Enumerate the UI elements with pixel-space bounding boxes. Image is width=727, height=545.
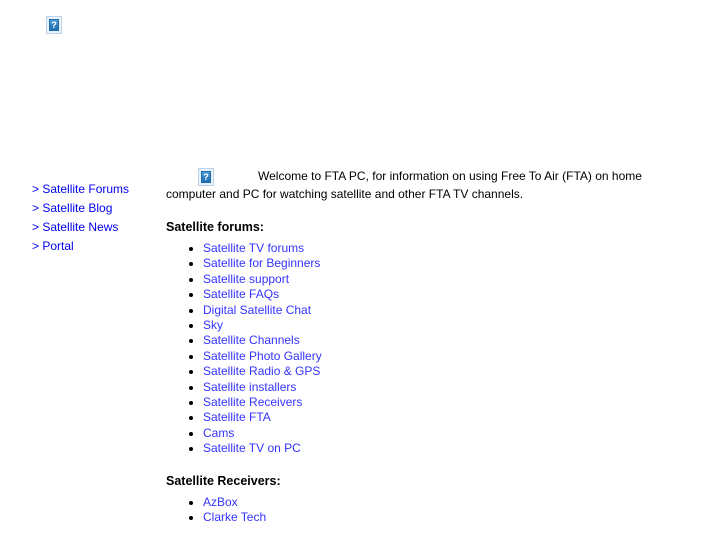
intro-paragraph: ? Welcome to FTA PC, for information on u… [166, 168, 666, 203]
intro-text: Welcome to FTA PC, for information on us… [166, 169, 642, 201]
section-heading-satellite-forums: Satellite forums: [166, 220, 264, 234]
list-item[interactable]: Satellite Channels [203, 333, 666, 348]
broken-image-icon: ? [198, 168, 214, 186]
link-satellite-channels[interactable]: Satellite Channels [203, 333, 300, 347]
broken-image-question-glyph: ? [51, 20, 57, 30]
list-item[interactable]: Cams [203, 426, 666, 441]
sidebar-item-label[interactable]: Satellite News [42, 220, 118, 234]
satellite-receivers-link-list: AzBox Clarke Tech [166, 495, 666, 526]
broken-image-icon: ? [46, 16, 62, 34]
sidebar-item-portal[interactable]: > Portal [32, 237, 152, 256]
link-digital-satellite-chat[interactable]: Digital Satellite Chat [203, 303, 311, 317]
list-item[interactable]: Digital Satellite Chat [203, 303, 666, 318]
broken-image-question-glyph: ? [203, 172, 209, 182]
section-heading-satellite-receivers: Satellite Receivers: [166, 473, 281, 488]
link-satellite-photo-gallery[interactable]: Satellite Photo Gallery [203, 349, 322, 363]
main-content: ? Welcome to FTA PC, for information on u… [166, 168, 666, 526]
link-clarke-tech[interactable]: Clarke Tech [203, 510, 266, 524]
sidebar-item-satellite-forums[interactable]: > Satellite Forums [32, 180, 152, 199]
list-item[interactable]: Satellite Receivers [203, 395, 666, 410]
list-item[interactable]: Satellite installers [203, 380, 666, 395]
link-satellite-fta[interactable]: Satellite FTA [203, 410, 271, 424]
sidebar-item-label[interactable]: Portal [42, 239, 73, 253]
list-item[interactable]: Satellite support [203, 272, 666, 287]
link-satellite-faqs[interactable]: Satellite FAQs [203, 287, 279, 301]
sidebar-arrow-icon: > [32, 182, 40, 196]
list-item[interactable]: Satellite FTA [203, 410, 666, 425]
satellite-forums-link-list: Satellite TV forums Satellite for Beginn… [166, 241, 666, 457]
sidebar-arrow-icon: > [32, 201, 40, 215]
list-item[interactable]: Satellite TV on PC [203, 441, 666, 456]
list-item[interactable]: Satellite Radio & GPS [203, 364, 666, 379]
link-satellite-radio-and-gps[interactable]: Satellite Radio & GPS [203, 364, 320, 378]
list-item[interactable]: Satellite Photo Gallery [203, 349, 666, 364]
list-item[interactable]: Satellite for Beginners [203, 256, 666, 271]
list-item[interactable]: Sky [203, 318, 666, 333]
sidebar-nav: > Satellite Forums > Satellite Blog > Sa… [32, 180, 152, 256]
broken-image-icon-fill: ? [49, 19, 59, 31]
link-sky[interactable]: Sky [203, 318, 223, 332]
link-satellite-for-beginners[interactable]: Satellite for Beginners [203, 256, 320, 270]
link-azbox[interactable]: AzBox [203, 495, 238, 509]
list-item[interactable]: Satellite FAQs [203, 287, 666, 302]
sidebar-arrow-icon: > [32, 239, 40, 253]
list-item[interactable]: Clarke Tech [203, 510, 666, 525]
sidebar-item-satellite-news[interactable]: > Satellite News [32, 218, 152, 237]
link-satellite-installers[interactable]: Satellite installers [203, 380, 296, 394]
list-item[interactable]: Satellite TV forums [203, 241, 666, 256]
link-satellite-support[interactable]: Satellite support [203, 272, 289, 286]
sidebar-item-label[interactable]: Satellite Blog [42, 201, 112, 215]
link-satellite-receivers[interactable]: Satellite Receivers [203, 395, 302, 409]
link-satellite-tv-forums[interactable]: Satellite TV forums [203, 241, 304, 255]
list-item[interactable]: AzBox [203, 495, 666, 510]
link-cams[interactable]: Cams [203, 426, 234, 440]
broken-image-icon-fill: ? [201, 171, 211, 183]
link-satellite-tv-on-pc[interactable]: Satellite TV on PC [203, 441, 301, 455]
top-banner-image[interactable]: ? [46, 16, 62, 34]
sidebar-item-satellite-blog[interactable]: > Satellite Blog [32, 199, 152, 218]
sidebar-item-label[interactable]: Satellite Forums [42, 182, 129, 196]
sidebar-arrow-icon: > [32, 220, 40, 234]
